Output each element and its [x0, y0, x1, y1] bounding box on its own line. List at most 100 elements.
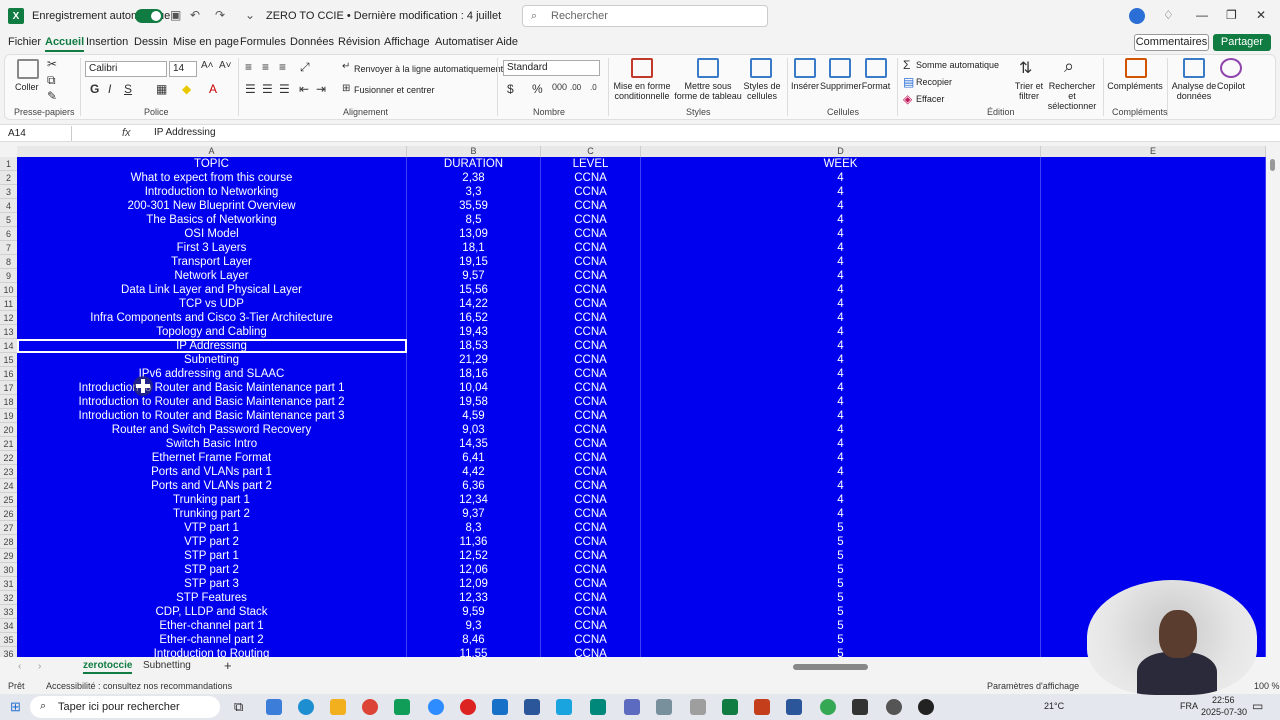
- level-cell[interactable]: CCNA: [541, 437, 641, 451]
- empty-cell[interactable]: [1041, 199, 1266, 213]
- redo-icon[interactable]: ↷: [215, 8, 225, 22]
- topic-cell[interactable]: Ether-channel part 1: [17, 619, 407, 633]
- week-cell[interactable]: 4: [641, 269, 1041, 283]
- taskbar-search-input[interactable]: Taper ici pour rechercher: [30, 696, 220, 718]
- level-cell[interactable]: CCNA: [541, 255, 641, 269]
- format-painter-icon[interactable]: ✎: [47, 89, 57, 103]
- row-header[interactable]: 32: [0, 591, 17, 605]
- accessibility-status[interactable]: Accessibilité : consultez nos recommanda…: [46, 681, 232, 691]
- merge-center-button[interactable]: Fusionner et centrer: [354, 85, 435, 95]
- duration-cell[interactable]: 4,59: [407, 409, 541, 423]
- level-cell[interactable]: CCNA: [541, 171, 641, 185]
- sort-filter-button[interactable]: Trier et filtrer: [1012, 81, 1046, 101]
- topic-cell[interactable]: Network Layer: [17, 269, 407, 283]
- borders-icon[interactable]: ▦: [156, 82, 167, 96]
- weather-status[interactable]: 21°C: [1044, 701, 1064, 711]
- fx-icon[interactable]: fx: [122, 127, 131, 139]
- level-cell[interactable]: CCNA: [541, 241, 641, 255]
- notification-icon[interactable]: ▭: [1252, 699, 1263, 713]
- topic-cell[interactable]: OSI Model: [17, 227, 407, 241]
- percent-icon[interactable]: %: [532, 82, 543, 96]
- column-header-a[interactable]: A: [17, 146, 407, 157]
- tab-mise-en-page[interactable]: Mise en page: [173, 36, 239, 48]
- duration-cell[interactable]: 6,36: [407, 479, 541, 493]
- comments-button[interactable]: Commentaires: [1134, 34, 1209, 51]
- sort-filter-icon[interactable]: ⇅: [1019, 58, 1032, 78]
- empty-cell[interactable]: [1041, 241, 1266, 255]
- empty-cell[interactable]: [1041, 227, 1266, 241]
- level-cell[interactable]: CCNA: [541, 353, 641, 367]
- row-header[interactable]: 22: [0, 451, 17, 465]
- week-cell[interactable]: 5: [641, 647, 1041, 657]
- row-header[interactable]: 23: [0, 465, 17, 479]
- week-cell[interactable]: 4: [641, 255, 1041, 269]
- tab-aide[interactable]: Aide: [496, 36, 518, 48]
- app-icon[interactable]: [556, 699, 572, 715]
- topic-cell[interactable]: Data Link Layer and Physical Layer: [17, 283, 407, 297]
- analyze-data-button[interactable]: Analyse de données: [1171, 81, 1217, 101]
- duration-cell[interactable]: 4,42: [407, 465, 541, 479]
- duration-cell[interactable]: 21,29: [407, 353, 541, 367]
- close-icon[interactable]: ✕: [1256, 8, 1266, 22]
- column-header-d[interactable]: D: [641, 146, 1041, 157]
- row-header[interactable]: 2: [0, 171, 17, 185]
- week-cell[interactable]: 4: [641, 451, 1041, 465]
- customize-icon[interactable]: ⌄: [245, 8, 255, 22]
- topic-cell[interactable]: Introduction to Networking: [17, 185, 407, 199]
- save-icon[interactable]: ▣: [170, 8, 181, 22]
- word-app-icon[interactable]: [786, 699, 802, 715]
- clock-time[interactable]: 22:56: [1212, 695, 1235, 705]
- week-cell[interactable]: 4: [641, 297, 1041, 311]
- row-header[interactable]: 28: [0, 535, 17, 549]
- empty-cell[interactable]: [1041, 437, 1266, 451]
- powerpoint-app-icon[interactable]: [754, 699, 770, 715]
- level-cell[interactable]: CCNA: [541, 549, 641, 563]
- document-title[interactable]: ZERO TO CCIE • Dernière modification : 4…: [266, 10, 501, 22]
- row-header[interactable]: 3: [0, 185, 17, 199]
- topic-cell[interactable]: TOPIC: [17, 157, 407, 171]
- font-color-icon[interactable]: A: [209, 82, 217, 96]
- level-cell[interactable]: CCNA: [541, 493, 641, 507]
- delete-button[interactable]: Supprimer: [820, 81, 862, 91]
- row-header[interactable]: 5: [0, 213, 17, 227]
- column-header-e[interactable]: E: [1041, 146, 1266, 157]
- topic-cell[interactable]: Introduction to Router and Basic Mainten…: [17, 395, 407, 409]
- row-header[interactable]: 30: [0, 563, 17, 577]
- row-header[interactable]: 15: [0, 353, 17, 367]
- level-cell[interactable]: CCNA: [541, 563, 641, 577]
- level-cell[interactable]: CCNA: [541, 199, 641, 213]
- empty-cell[interactable]: [1041, 255, 1266, 269]
- week-cell[interactable]: 4: [641, 479, 1041, 493]
- autosum-icon[interactable]: Σ: [903, 58, 910, 72]
- row-header[interactable]: 1: [0, 157, 17, 171]
- clear-icon[interactable]: ◈: [903, 92, 912, 106]
- row-header[interactable]: 31: [0, 577, 17, 591]
- week-cell[interactable]: 5: [641, 591, 1041, 605]
- row-header[interactable]: 9: [0, 269, 17, 283]
- sheet-tab[interactable]: Subnetting: [143, 660, 191, 671]
- conditional-format-icon[interactable]: [631, 58, 653, 78]
- grow-font-icon[interactable]: A˄: [201, 60, 214, 71]
- tab-accueil[interactable]: Accueil: [45, 36, 85, 52]
- display-settings[interactable]: Paramètres d'affichage: [987, 681, 1079, 691]
- duration-cell[interactable]: 18,1: [407, 241, 541, 255]
- week-cell[interactable]: 4: [641, 199, 1041, 213]
- duration-cell[interactable]: 12,06: [407, 563, 541, 577]
- zoom-app-icon[interactable]: [428, 699, 444, 715]
- duration-cell[interactable]: 13,09: [407, 227, 541, 241]
- premium-icon[interactable]: ♢: [1163, 8, 1174, 22]
- level-cell[interactable]: CCNA: [541, 451, 641, 465]
- insert-cells-icon[interactable]: [794, 58, 816, 78]
- week-cell[interactable]: 5: [641, 577, 1041, 591]
- week-cell[interactable]: 4: [641, 367, 1041, 381]
- excel-app-icon[interactable]: [722, 699, 738, 715]
- row-header[interactable]: 14: [0, 339, 17, 353]
- level-cell[interactable]: CCNA: [541, 367, 641, 381]
- font-size-select[interactable]: 14: [169, 61, 197, 77]
- duration-cell[interactable]: 19,15: [407, 255, 541, 269]
- paste-icon[interactable]: [17, 59, 39, 79]
- insert-button[interactable]: Insérer: [790, 81, 820, 91]
- duration-cell[interactable]: DURATION: [407, 157, 541, 171]
- number-format-select[interactable]: Standard: [503, 60, 600, 76]
- empty-cell[interactable]: [1041, 479, 1266, 493]
